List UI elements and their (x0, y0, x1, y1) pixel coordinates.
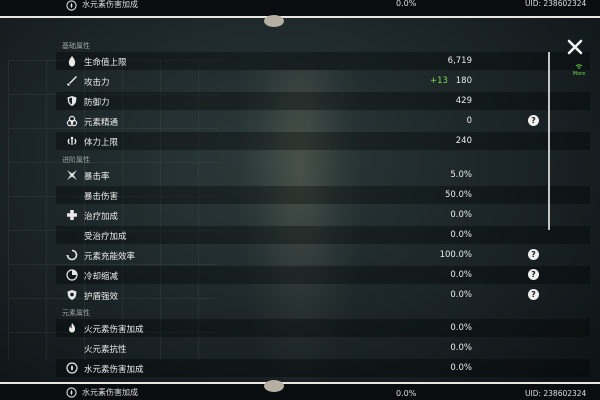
stat-row-crit-dmg: 暴击伤害 50.0% (56, 186, 590, 204)
frame-ornament-top (264, 15, 284, 27)
stat-label: 护盾强效 (84, 292, 119, 302)
hp-drop-icon (68, 56, 76, 67)
stat-value: 0.0% (450, 210, 472, 220)
bottom-partial-label: 水元素伤害加成 (82, 388, 138, 397)
shield-strength-icon (67, 290, 77, 300)
section-title-advanced: 进阶属性 (62, 156, 90, 164)
stat-value: 0.0% (450, 363, 472, 373)
stat-label: 治疗加成 (84, 212, 119, 222)
help-icon[interactable]: ? (528, 269, 539, 280)
stat-bonus: +13 (430, 76, 448, 86)
uid-label-bottom: UID: 238602324 (525, 389, 587, 398)
stat-row-energy-recharge: 元素充能效率 100.0% ? (56, 246, 590, 264)
stat-row-hydro-dmg: 水元素伤害加成 0.0% (56, 359, 590, 377)
crit-icon (67, 170, 77, 180)
stat-value: 0.0% (450, 290, 472, 300)
scrollbar[interactable] (548, 52, 550, 230)
elemental-mastery-icon (66, 115, 78, 127)
stat-value: 0.0% (450, 323, 472, 333)
stat-row-pyro-res: 火元素抗性 0.0% (56, 339, 590, 357)
stat-value: 429 (455, 96, 472, 106)
cooldown-icon (66, 269, 78, 281)
stat-label: 暴击率 (84, 172, 110, 182)
top-partial-value: 0.0% (396, 0, 417, 8)
stat-label: 水元素伤害加成 (84, 365, 144, 375)
pyro-icon (69, 323, 76, 333)
stat-label: 生命值上限 (84, 58, 127, 68)
stat-value: 5.0% (450, 170, 472, 180)
top-partial-row: 水元素伤害加成 0.0% UID: 238602324 (0, 0, 600, 18)
stat-value: 0 (466, 116, 472, 126)
stat-label: 攻击力 (84, 78, 110, 88)
stat-row-hp: 生命值上限 6,719 (56, 52, 590, 70)
sword-icon (67, 76, 77, 86)
help-icon[interactable]: ? (528, 289, 539, 300)
help-icon[interactable]: ? (528, 249, 539, 260)
stat-label: 防御力 (84, 98, 110, 108)
frame-ornament-bottom (264, 380, 284, 392)
top-partial-label: 水元素伤害加成 (82, 0, 138, 9)
shield-icon (67, 96, 77, 106)
more-button[interactable]: More (572, 64, 586, 77)
stat-value: 0.0% (450, 230, 472, 240)
stat-row-incoming-healing: 受治疗加成 0.0% (56, 226, 590, 244)
stat-value: 100.0% (439, 250, 472, 260)
wifi-icon (575, 64, 583, 69)
stat-row-healing-bonus: 治疗加成 0.0% (56, 206, 590, 224)
stat-label: 体力上限 (84, 138, 119, 148)
stat-row-em: 元素精通 0 ? (56, 112, 590, 130)
close-icon[interactable] (566, 38, 584, 56)
stat-label: 元素充能效率 (84, 252, 136, 262)
hydro-icon (66, 362, 78, 374)
help-icon[interactable]: ? (528, 115, 539, 126)
stat-row-shield-strength: 护盾强效 0.0% ? (56, 286, 590, 304)
stat-value: 6,719 (447, 56, 472, 66)
stat-row-def: 防御力 429 (56, 92, 590, 110)
stat-label: 火元素伤害加成 (84, 325, 144, 335)
stat-value: 240 (455, 136, 472, 146)
cross-icon (67, 210, 77, 220)
stat-value: 180 (455, 76, 472, 86)
uid-label-top: UID: 238602324 (525, 0, 587, 8)
stat-row-atk: 攻击力 180 +13 (56, 72, 590, 90)
section-title-element: 元素属性 (62, 309, 90, 317)
recharge-icon (66, 249, 78, 261)
stat-value: 0.0% (450, 270, 472, 280)
more-label: More (572, 71, 586, 77)
stat-row-crit-rate: 暴击率 5.0% (56, 166, 590, 184)
stamina-icon (67, 136, 77, 145)
stat-label: 暴击伤害 (84, 192, 119, 202)
stat-value: 0.0% (450, 343, 472, 353)
stat-label: 元素精通 (84, 118, 119, 128)
stat-row-pyro-dmg: 火元素伤害加成 0.0% (56, 319, 590, 337)
stat-value: 50.0% (444, 190, 472, 200)
hydro-icon (66, 0, 77, 11)
stat-row-cd-reduction: 冷却缩减 0.0% ? (56, 266, 590, 284)
stat-label: 火元素抗性 (84, 345, 127, 355)
bottom-partial-value: 0.0% (396, 389, 417, 398)
section-title-basic: 基础属性 (62, 42, 90, 50)
bottom-partial-row: 水元素伤害加成 0.0% UID: 238602324 (0, 382, 600, 400)
attribute-details-panel: 基础属性 生命值上限 6,719 攻击力 180 +13 防御力 429 元素精… (52, 36, 590, 377)
stat-row-stamina: 体力上限 240 (56, 132, 590, 150)
stat-label: 冷却缩减 (84, 272, 119, 282)
hydro-icon (66, 387, 77, 398)
stat-label: 受治疗加成 (84, 232, 127, 242)
